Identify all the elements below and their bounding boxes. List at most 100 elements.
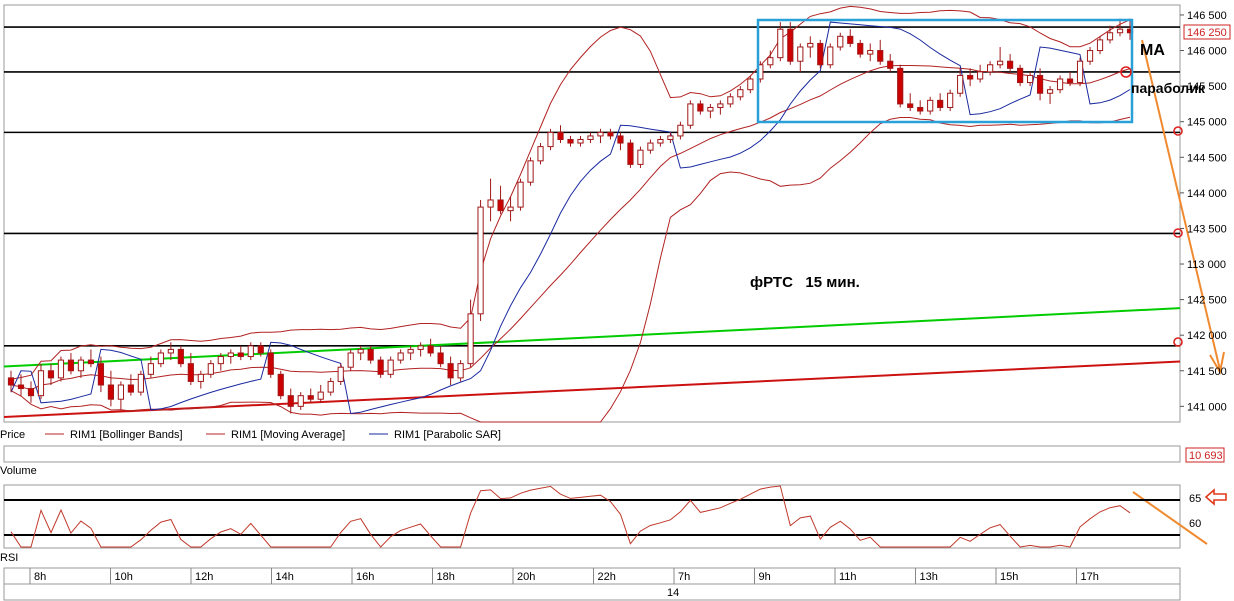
candle-body	[767, 57, 774, 66]
bollinger-lower-line	[10, 116, 1131, 423]
candle-body	[267, 352, 274, 375]
candle-body	[997, 60, 1004, 66]
candle-body	[607, 131, 614, 137]
rsi-levels	[4, 499, 1180, 536]
candle-body	[387, 359, 394, 375]
candle-body	[1017, 67, 1024, 84]
candle-body	[977, 71, 984, 80]
candle-body	[667, 135, 674, 140]
candle-body	[1056, 78, 1064, 91]
candle-body	[307, 395, 314, 400]
candle-body	[217, 356, 224, 365]
ma-annotation: MA	[1140, 42, 1165, 59]
candle-body	[637, 149, 644, 165]
candle-body	[527, 160, 534, 183]
volume-label: Volume	[0, 465, 37, 477]
time-tick-label: 15h	[1000, 571, 1018, 583]
time-tick-label: 9h	[759, 571, 771, 583]
time-tick-label: 12h	[195, 571, 213, 583]
highlight-box	[756, 18, 1134, 124]
price-tick-label: 142 000	[1187, 330, 1227, 342]
price-tick-label: 141 500	[1187, 366, 1227, 378]
candle-body	[337, 366, 344, 382]
candle-body	[127, 384, 134, 393]
time-axis: 8h 10h 12h 14h 16h 18h 20h 22h 7h 9h 11h 13h 15h 17h	[29, 568, 1099, 584]
candle-body	[807, 42, 814, 48]
candle-body	[577, 138, 584, 144]
time-tick-label: 17h	[1081, 571, 1099, 583]
candle-body	[77, 359, 85, 372]
candle-body	[1066, 78, 1074, 84]
volume-last-value: 10 693	[1189, 450, 1223, 462]
price-tick-label: 143 500	[1187, 223, 1227, 235]
legend-moving-average: RIM1 [Moving Average]	[231, 429, 345, 441]
candle-body	[847, 35, 854, 44]
candle-body	[407, 348, 414, 354]
candle-body	[957, 74, 964, 94]
time-tick-label: 8h	[34, 571, 46, 583]
candles	[7, 18, 1134, 414]
candle-body	[1076, 60, 1084, 84]
candle-body	[477, 206, 484, 315]
candle-body	[837, 35, 844, 48]
candle-body	[107, 384, 115, 400]
candle-body	[47, 370, 55, 379]
candle-body	[617, 135, 624, 144]
price-tick-label: 141 000	[1187, 401, 1227, 413]
candle-body	[787, 28, 794, 62]
candle-body	[1096, 39, 1104, 52]
candle-body	[1036, 74, 1044, 94]
price-tick-label: 113 000	[1187, 259, 1226, 271]
candle-body	[167, 348, 174, 354]
candle-body	[197, 373, 204, 382]
candle-body	[247, 345, 254, 358]
price-tick-label: 145 000	[1187, 117, 1227, 129]
stock-chart: 146 500146 000145 500145 000144 500144 0…	[0, 4, 1231, 601]
legend-parabolic-sar: RIM1 [Parabolic SAR]	[394, 429, 501, 441]
candle-body	[1086, 50, 1094, 62]
candle-body	[347, 352, 354, 368]
last-price-badge: 146 250	[1183, 24, 1231, 40]
candle-body	[707, 106, 714, 112]
candle-body	[137, 373, 144, 393]
candle-body	[867, 50, 874, 55]
time-tick-label: 11h	[839, 571, 857, 583]
candle-body	[877, 50, 884, 62]
candle-body	[57, 359, 65, 379]
candle-body	[557, 131, 564, 140]
candle-body	[697, 103, 704, 112]
time-tick-label: 7h	[678, 571, 690, 583]
candle-body	[67, 359, 75, 372]
rsi-label: RSI	[0, 552, 18, 564]
instrument-note: фРТС 15 мин.	[750, 274, 860, 291]
candle-body	[257, 345, 264, 354]
candle-body	[687, 103, 694, 126]
candle-body	[967, 74, 974, 80]
candle-body	[627, 142, 634, 165]
candle-body	[27, 388, 35, 397]
candle-body	[647, 142, 654, 151]
price-tick-label: 146 000	[1187, 46, 1227, 58]
price-axis: 146 500146 000145 500145 000144 500144 0…	[1180, 10, 1227, 413]
candle-body	[147, 363, 154, 375]
candle-body	[927, 99, 934, 112]
candle-body	[657, 138, 664, 144]
legend: Price RIM1 [Bollinger Bands] RIM1 [Movin…	[0, 429, 501, 441]
candle-body	[717, 103, 724, 108]
candle-body	[567, 138, 574, 144]
price-tick-label: 142 500	[1187, 295, 1227, 307]
candle-body	[37, 370, 45, 397]
candle-body	[1116, 28, 1124, 34]
candle-body	[1106, 32, 1114, 41]
candle-body	[907, 103, 914, 108]
candle-body	[1026, 74, 1034, 84]
candle-body	[1046, 89, 1054, 94]
candle-body	[677, 124, 684, 137]
candle-body	[327, 380, 334, 393]
price-tick-label: 144 000	[1187, 188, 1227, 200]
rsi-tick-60: 60	[1189, 518, 1201, 530]
candle-body	[597, 131, 604, 137]
candle-body	[457, 363, 464, 379]
candle-body	[97, 363, 105, 386]
candle-body	[237, 352, 244, 358]
